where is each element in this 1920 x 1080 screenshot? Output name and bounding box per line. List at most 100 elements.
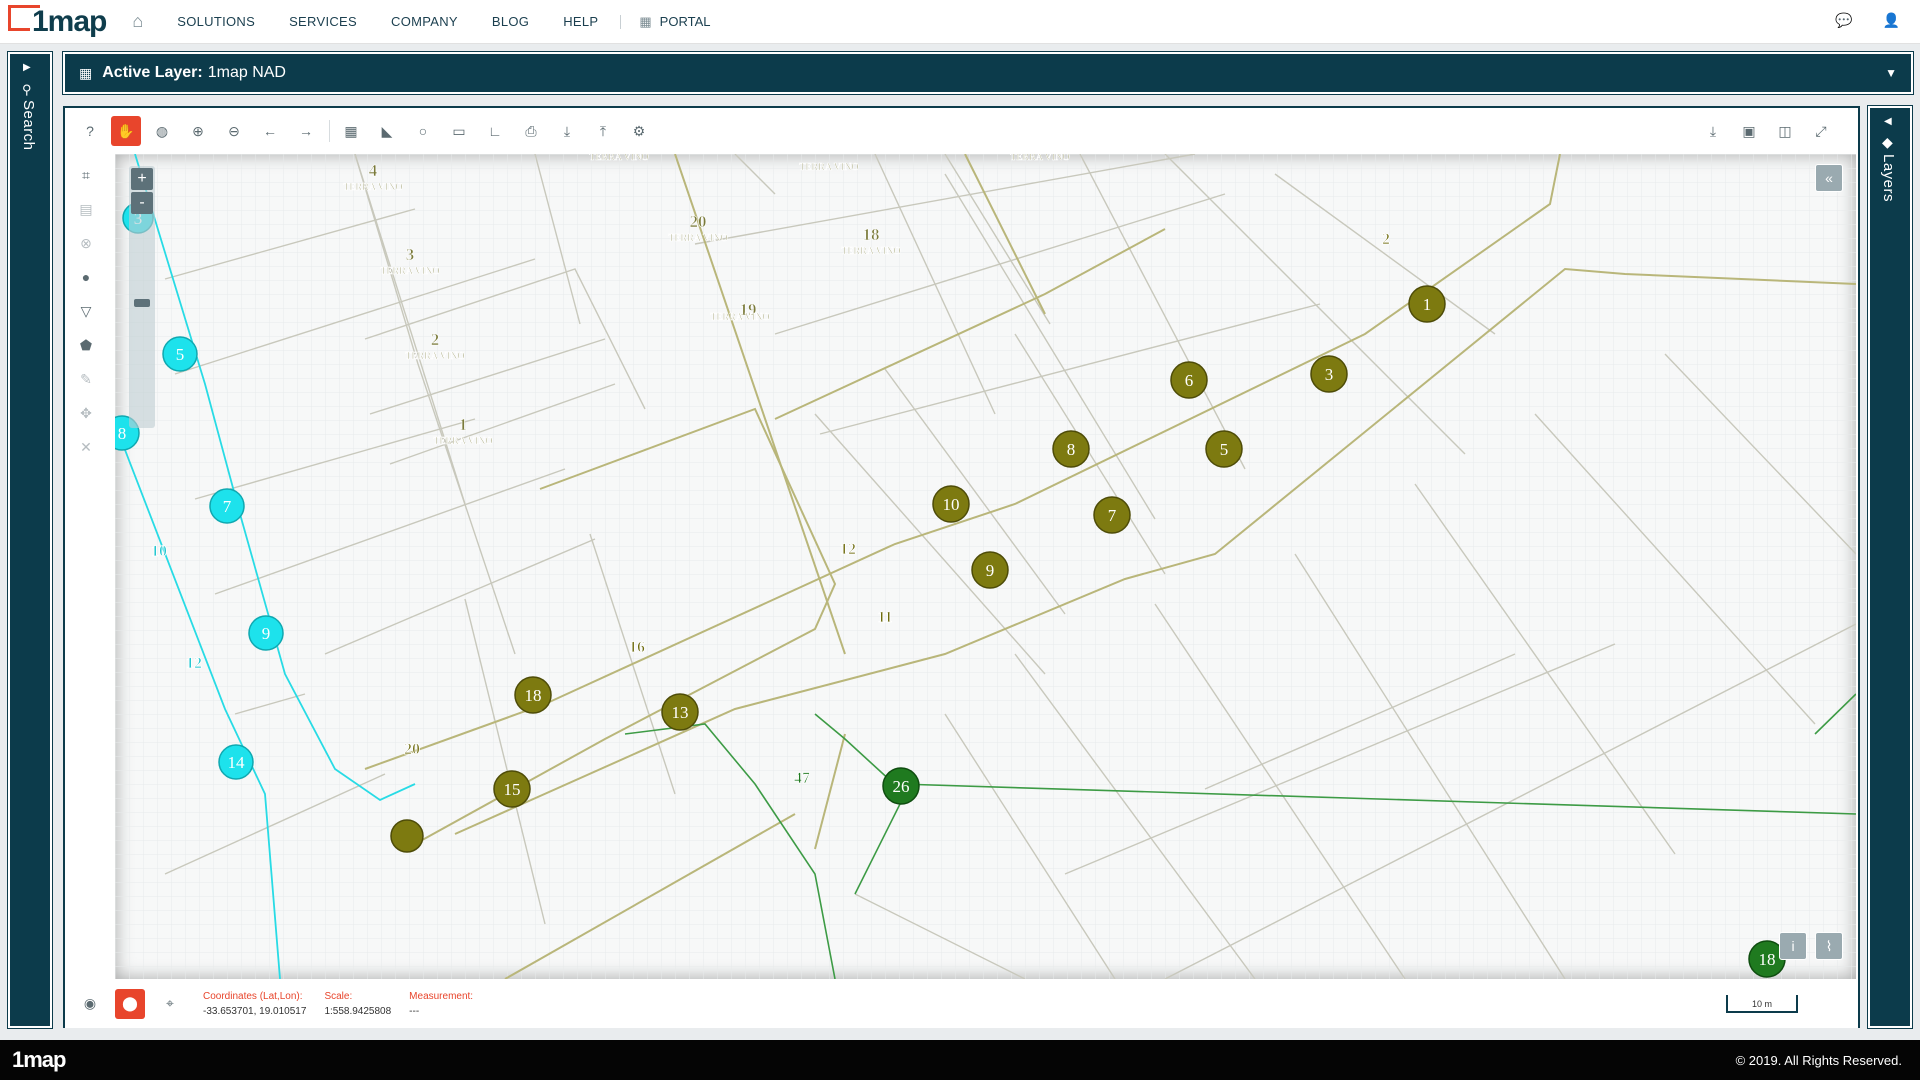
pan-hand-icon[interactable]: ✋ [111,116,141,146]
clear-icon[interactable]: ⊗ [71,226,101,260]
split-view-icon[interactable]: ◫ [1770,116,1800,146]
coordinates-value: -33.653701, 19.010517 [203,1005,307,1017]
svg-text:13: 13 [672,703,689,722]
olive-marker[interactable]: 8 [1052,430,1090,468]
zoom-out-icon[interactable]: ⊖ [219,116,249,146]
green-marker[interactable]: 26 [882,767,920,805]
svg-text:9: 9 [986,561,995,580]
parcel-name: TERRA VINO [710,312,770,323]
info-button[interactable]: i [1779,932,1807,960]
olive-marker[interactable]: 6 [1170,361,1208,399]
chevron-down-icon[interactable]: ▼ [1885,66,1897,80]
table-icon: ▦ [79,64,93,81]
fullscreen-icon[interactable]: ⤢ [1806,116,1836,146]
binoculars-icon[interactable]: ⌗ [71,158,101,192]
svg-text:5: 5 [176,345,185,364]
logo-text: 1map [32,4,107,38]
olive-marker[interactable]: 3 [1310,355,1348,393]
chat-icon[interactable]: 💬 [1835,12,1852,29]
parcel-name: TERRA VINO [799,162,859,173]
olive-marker-partial[interactable] [390,819,424,853]
move-icon[interactable]: ✥ [71,396,101,430]
camera-icon[interactable]: ◉ [75,989,105,1019]
copyright-text: © 2019. All Rights Reserved. [1735,1052,1902,1068]
parcel-name: TERRA VINO [405,351,465,362]
olive-marker[interactable]: 9 [971,551,1009,589]
parcel-name: TERRA VINO [433,436,493,447]
cyan-marker[interactable]: 7 [209,488,245,524]
map-icon[interactable]: ▤ [71,192,101,226]
olive-marker[interactable]: 1 [1408,285,1446,323]
chevron-right-icon[interactable]: ▶ [23,62,31,73]
cyan-marker[interactable]: 5 [162,336,198,372]
olive-marker[interactable]: 13 [661,693,699,731]
chevron-left-icon[interactable]: ◀ [1884,116,1892,127]
attachment-icon[interactable]: ⌇ [1815,932,1843,960]
circle-select-icon[interactable]: ● [71,260,101,294]
layers-icon: ◆ [1882,134,1893,150]
angle-icon[interactable]: ∟ [480,116,510,146]
download-icon[interactable]: ⤓ [552,116,582,146]
logo[interactable]: 1map [8,4,107,39]
footer-logo[interactable]: 1map [12,1047,66,1073]
olive-marker[interactable]: 5 [1205,430,1243,468]
collapse-button[interactable]: « [1815,164,1843,192]
back-arrow-icon[interactable]: ← [255,116,285,146]
zoom-in-button[interactable]: + [131,168,153,190]
user-icon[interactable]: 👤 [1883,12,1900,29]
print-icon[interactable]: ⎙ [516,116,546,146]
svg-text:18: 18 [1759,950,1776,969]
globe-icon[interactable]: ◍ [147,116,177,146]
zoom-slider-handle[interactable] [134,299,150,307]
road-label-olive: 2 [1382,231,1390,248]
ruler-icon[interactable]: ▭ [444,116,474,146]
search-panel[interactable]: ▶ ⚲ Search [7,51,53,1029]
cyan-marker[interactable]: 9 [248,615,284,651]
nav-portal[interactable]: ▦ PORTAL [639,14,710,30]
nav-help[interactable]: HELP [563,14,598,29]
olive-marker[interactable]: 15 [493,770,531,808]
active-layer-bar[interactable]: ▦ Active Layer: 1map NAD ▼ [62,51,1914,95]
olive-marker[interactable]: 7 [1093,496,1131,534]
home-icon[interactable]: ⌂ [132,11,143,32]
scale-value: 1:558.9425808 [324,1005,392,1017]
circle-icon[interactable]: ○ [408,116,438,146]
export-icon[interactable]: ⤓ [1698,116,1728,146]
nav-solutions[interactable]: SOLUTIONS [177,14,255,29]
polygon-icon[interactable]: ▽ [71,294,101,328]
settings-icon[interactable]: ⚙ [624,116,654,146]
map-canvas[interactable]: 4 TERRA VINO 3 TERRA VINO 2 TERRA VINO 1… [115,154,1856,979]
forward-arrow-icon[interactable]: → [291,116,321,146]
toolbar-right: ⤓ ▣ ◫ ⤢ [1698,116,1842,146]
nav-services[interactable]: SERVICES [289,14,357,29]
cyan-marker[interactable]: 14 [218,744,254,780]
search-icon: ⚲ [22,82,32,97]
table-icon[interactable]: ▦ [336,116,366,146]
nav-company[interactable]: COMPANY [391,14,458,29]
location-pin-icon[interactable]: ⬤ [115,988,145,1019]
parcel-number: 4 [369,161,378,180]
svg-text:8: 8 [1067,440,1076,459]
layers-panel-label: Layers [1880,154,1897,203]
layers-panel[interactable]: ◀ ◆ Layers [1867,105,1913,1029]
area-chart-icon[interactable]: ◣ [372,116,402,146]
help-icon[interactable]: ? [75,116,105,146]
upload-icon[interactable]: ⤒ [588,116,618,146]
top-nav: 1map ⌂ SOLUTIONS SERVICES COMPANY BLOG H… [0,0,1920,44]
measurement-label: Measurement: [409,990,474,1002]
olive-marker[interactable]: 18 [514,676,552,714]
crosshair-icon[interactable]: ⌖ [155,989,185,1019]
parcel-number: 18 [863,225,880,244]
status-bar: ◉ ⬤ ⌖ Coordinates (Lat,Lon): -33.653701,… [65,979,1858,1028]
parcel-number: 20 [690,212,707,231]
zoom-out-button[interactable]: - [131,192,153,214]
olive-marker[interactable]: 10 [932,485,970,523]
close-icon[interactable]: ✕ [71,430,101,464]
pencil-icon[interactable]: ✎ [71,362,101,396]
svg-text:8: 8 [118,424,127,443]
fill-polygon-icon[interactable]: ⬟ [71,328,101,362]
parcel-name: TERRA VINO [589,154,649,163]
nav-blog[interactable]: BLOG [492,14,529,29]
image-icon[interactable]: ▣ [1734,116,1764,146]
zoom-in-icon[interactable]: ⊕ [183,116,213,146]
